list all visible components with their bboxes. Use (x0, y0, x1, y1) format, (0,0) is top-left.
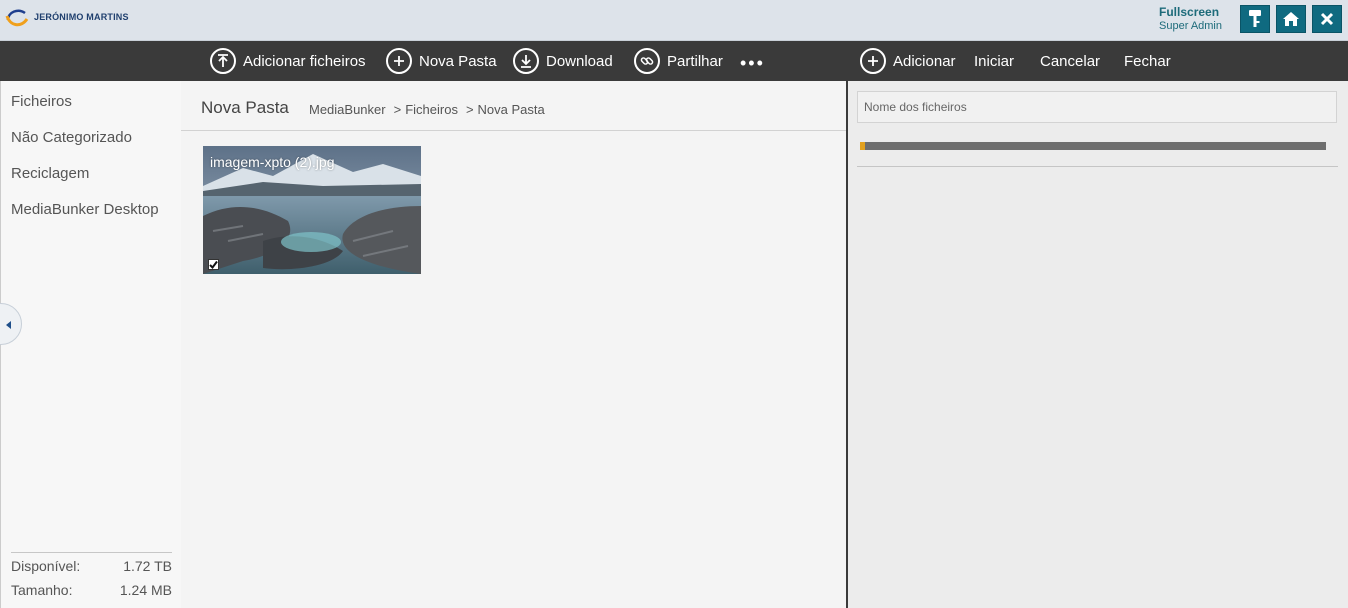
brand-name: JERÓNIMO MARTINS (34, 12, 129, 22)
breadcrumb-item[interactable]: MediaBunker (309, 102, 386, 117)
divider (181, 130, 846, 131)
share-button[interactable]: Partilhar (634, 48, 723, 74)
add-files-label: Adicionar ficheiros (243, 52, 366, 70)
storage-available-row: Disponível: 1.72 TB (11, 553, 172, 577)
add-upload-label: Adicionar (893, 52, 956, 70)
key-button[interactable] (1240, 5, 1270, 33)
add-upload-button[interactable]: Adicionar (860, 48, 956, 74)
logo-icon (4, 4, 30, 30)
brand-logo[interactable]: JERÓNIMO MARTINS (4, 4, 129, 30)
breadcrumb-separator: > (465, 102, 474, 117)
cancel-upload-button[interactable]: Cancelar (1040, 48, 1100, 74)
download-icon (513, 48, 539, 74)
upload-toolbar: Adicionar Iniciar Cancelar Fechar (848, 41, 1348, 81)
storage-available-value: 1.72 TB (123, 558, 172, 574)
check-icon (209, 260, 218, 270)
file-browser: Nova Pasta MediaBunker > Ficheiros > Nov… (181, 81, 846, 608)
add-files-button[interactable]: Adicionar ficheiros (210, 48, 366, 74)
file-name: imagem-xpto (2).jpg (210, 154, 335, 170)
new-folder-label: Nova Pasta (419, 52, 497, 70)
key-icon (1249, 10, 1261, 27)
breadcrumb-item[interactable]: Nova Pasta (478, 102, 545, 117)
chevron-left-icon (6, 321, 11, 329)
share-label: Partilhar (667, 52, 723, 70)
close-icon (1320, 12, 1334, 26)
home-button[interactable] (1276, 5, 1306, 33)
filename-input[interactable] (857, 91, 1337, 123)
storage-size-label: Tamanho: (11, 582, 73, 598)
upload-panel: Adicionar Iniciar Cancelar Fechar (846, 41, 1348, 608)
storage-info: Disponível: 1.72 TB Tamanho: 1.24 MB (11, 552, 172, 601)
storage-available-label: Disponível: (11, 558, 81, 574)
start-upload-button[interactable]: Iniciar (974, 48, 1014, 74)
storage-size-row: Tamanho: 1.24 MB (11, 577, 172, 601)
top-header: JERÓNIMO MARTINS Fullscreen Super Admin (0, 0, 1348, 41)
breadcrumb-separator: > (393, 102, 402, 117)
page-title: Nova Pasta (201, 98, 289, 117)
sidebar-item-ficheiros[interactable]: Ficheiros (1, 83, 181, 119)
new-folder-button[interactable]: Nova Pasta (386, 48, 497, 74)
breadcrumb-item[interactable]: Ficheiros (405, 102, 458, 117)
breadcrumb: MediaBunker > Ficheiros > Nova Pasta (309, 102, 553, 117)
close-button[interactable] (1312, 5, 1342, 33)
plus-icon (386, 48, 412, 74)
sidebar-item-nao-categorizado[interactable]: Não Categorizado (1, 119, 181, 155)
file-thumbnail[interactable]: imagem-xpto (2).jpg (203, 146, 421, 274)
file-checkbox[interactable] (208, 259, 219, 270)
divider (857, 166, 1338, 167)
upload-progress-bar (860, 142, 1326, 150)
user-info: Fullscreen Super Admin (1159, 5, 1222, 32)
sidebar-item-reciclagem[interactable]: Reciclagem (1, 155, 181, 191)
sidebar-nav: Ficheiros Não Categorizado Reciclagem Me… (1, 83, 181, 227)
download-label: Download (546, 52, 613, 70)
upload-progress-fill (860, 142, 865, 150)
close-panel-button[interactable]: Fechar (1124, 48, 1171, 74)
link-icon (634, 48, 660, 74)
sidebar-item-mediabunker-desktop[interactable]: MediaBunker Desktop (1, 191, 181, 227)
plus-icon (860, 48, 886, 74)
main-toolbar: Adicionar ficheiros Nova Pasta Download … (0, 41, 846, 81)
user-name[interactable]: Fullscreen (1159, 5, 1222, 19)
home-icon (1283, 12, 1299, 26)
user-role: Super Admin (1159, 20, 1222, 32)
download-button[interactable]: Download (513, 48, 613, 74)
upload-icon (210, 48, 236, 74)
storage-size-value: 1.24 MB (119, 582, 172, 598)
sidebar: Ficheiros Não Categorizado Reciclagem Me… (0, 81, 181, 608)
more-options-button[interactable]: ••• (740, 53, 765, 74)
